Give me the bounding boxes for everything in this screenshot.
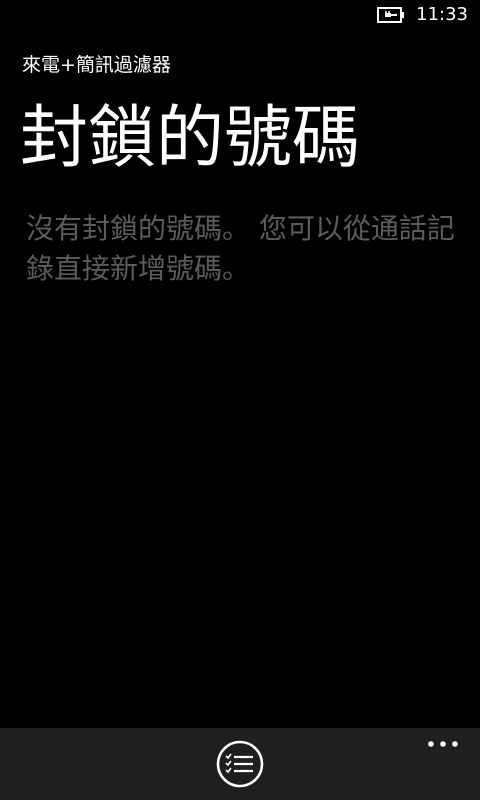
checklist-icon [216, 740, 264, 788]
status-time: 11:33 [416, 4, 468, 25]
page-title: 封鎖的號碼 [20, 99, 361, 178]
more-dots-icon [428, 741, 458, 747]
more-options-button[interactable] [426, 734, 460, 754]
add-from-call-log-button[interactable] [216, 740, 264, 788]
app-bar [0, 728, 480, 800]
battery-charging-icon [377, 7, 404, 23]
empty-state-message: 沒有封鎖的號碼。 您可以從通話記錄直接新增號碼。 [26, 212, 455, 285]
app-title: 來電+簡訊過濾器 [22, 54, 171, 76]
status-bar: 11:33 [0, 0, 480, 32]
